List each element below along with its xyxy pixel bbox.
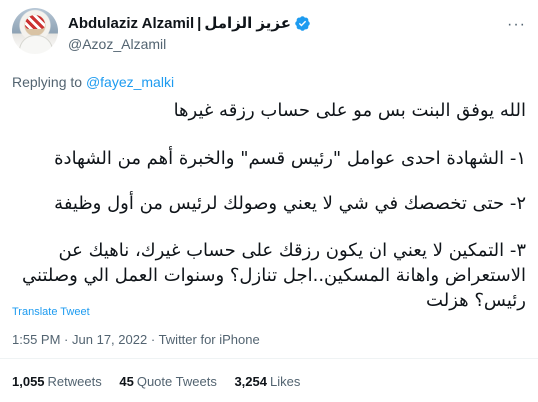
tweet-text: الله يوفق البنت بس مو على حساب رزقه غيره… <box>6 92 526 313</box>
quote-tweets-label: Quote Tweets <box>136 374 217 389</box>
tweet-line: ٣- التمكين لا يعني ان يكون رزقك على حساب… <box>22 240 526 311</box>
tweet-source[interactable]: Twitter for iPhone <box>159 332 260 347</box>
replying-to-mention[interactable]: @fayez_malki <box>86 74 174 90</box>
quote-tweets-count: 45 <box>119 374 134 389</box>
tweet-line: ١- الشهادة احدى عوامل "رئيس قسم" والخبرة… <box>54 148 526 169</box>
tweet-line: الله يوفق البنت بس مو على حساب رزقه غيره… <box>173 100 526 121</box>
likes-stat[interactable]: 3,254 Likes <box>234 374 300 389</box>
author-arabic-name[interactable]: عزيز الزامل <box>204 14 291 32</box>
quote-tweets-stat[interactable]: 45 Quote Tweets <box>119 374 216 389</box>
tweet-stats: 1,055 Retweets 45 Quote Tweets 3,254 Likes <box>12 374 314 389</box>
replying-to-label: Replying to <box>12 74 83 90</box>
tweet-meta: 1:55 PM · Jun 17, 2022 · Twitter for iPh… <box>12 332 260 347</box>
author-handle[interactable]: @Azoz_Alzamil <box>68 36 166 52</box>
avatar-headscarf <box>25 15 45 29</box>
name-separator: | <box>197 14 202 32</box>
retweets-count: 1,055 <box>12 374 45 389</box>
tweet-date[interactable]: Jun 17, 2022 <box>72 332 147 347</box>
retweets-stat[interactable]: 1,055 Retweets <box>12 374 102 389</box>
translate-tweet-link[interactable]: Translate Tweet <box>12 306 90 318</box>
divider <box>0 358 538 359</box>
likes-label: Likes <box>270 374 301 389</box>
tweet-header: Abdulaziz Alzamil | عزيز الزامل @Azoz_Al… <box>12 6 526 56</box>
more-options-icon[interactable]: ··· <box>507 16 526 34</box>
retweets-label: Retweets <box>47 374 102 389</box>
meta-dot: · <box>150 332 156 347</box>
avatar[interactable] <box>12 8 58 54</box>
avatar-body <box>19 35 53 54</box>
author-display-name[interactable]: Abdulaziz Alzamil <box>68 15 194 32</box>
author-name-line[interactable]: Abdulaziz Alzamil | عزيز الزامل <box>68 14 311 32</box>
tweet-line: ٢- حتى تخصصك في شي لا يعني وصولك لرئيس م… <box>54 193 526 214</box>
likes-count: 3,254 <box>234 374 267 389</box>
meta-dot: · <box>64 332 69 347</box>
tweet-time[interactable]: 1:55 PM <box>12 332 60 347</box>
replying-to-line: Replying to @fayez_malki <box>12 74 174 90</box>
verified-badge-icon <box>295 15 310 31</box>
